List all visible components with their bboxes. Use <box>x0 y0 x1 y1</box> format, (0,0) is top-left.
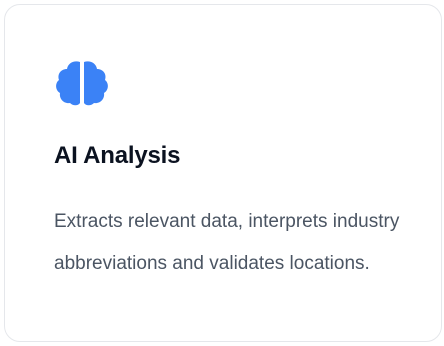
brain-icon <box>56 61 108 106</box>
card-description: Extracts relevant data, interprets indus… <box>54 211 400 274</box>
feature-card: AI Analysis Extracts relevant data, inte… <box>4 4 442 342</box>
card-title: AI Analysis <box>54 142 181 169</box>
